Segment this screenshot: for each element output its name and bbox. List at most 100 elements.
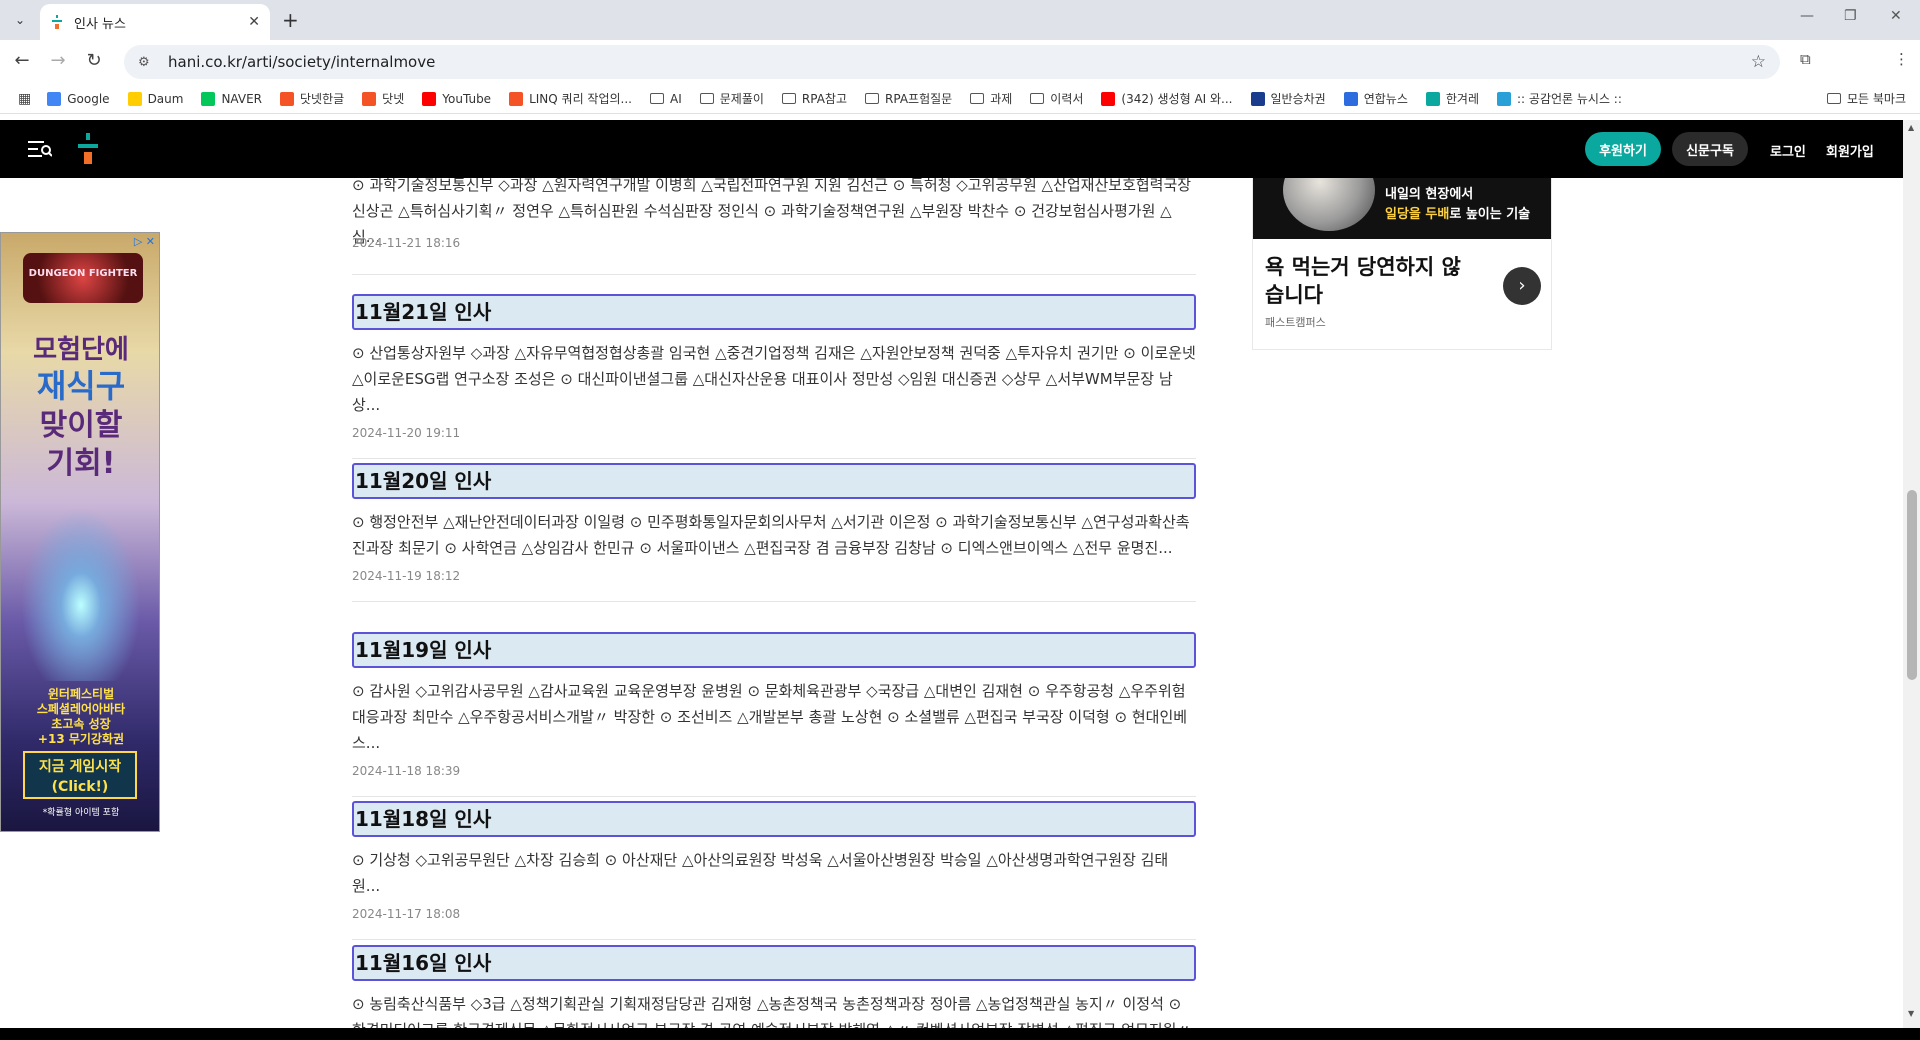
favicon-icon <box>509 91 524 106</box>
ad-brand: 패스트캠퍼스 <box>1265 316 1326 329</box>
divider <box>352 796 1196 797</box>
minimize-icon[interactable]: — <box>1800 8 1814 24</box>
article-date: 2024-11-19 18:12 <box>352 569 461 583</box>
article-excerpt[interactable]: ⊙ 기상청 ◇고위공무원단 △차장 김승희 ⊙ 아산재단 △아산의료원장 박성욱… <box>352 847 1196 899</box>
ad-banner: 내일의 현장에서 일당을 두배로 높이는 기술 <box>1253 178 1551 239</box>
favicon-icon <box>1497 91 1511 106</box>
article-item: 11월18일 인사 ⊙ 기상청 ◇고위공무원단 △차장 김승희 ⊙ 아산재단 △아… <box>352 801 1196 940</box>
article-date: 2024-11-18 18:39 <box>352 764 461 778</box>
tab-active[interactable]: 인사 뉴스 ✕ <box>40 4 270 40</box>
article-title[interactable]: 11월20일 인사 <box>352 463 1196 499</box>
scroll-up-icon[interactable]: ▲ <box>1908 123 1914 132</box>
article-excerpt[interactable]: ⊙ 과학기술정보통신부 ◇과장 △원자력연구개발 이병희 △국립전파연구원 지원… <box>352 178 1196 250</box>
bookmark-item[interactable]: 일반승차권 <box>1250 90 1326 107</box>
bookmark-item[interactable]: 이력서 <box>1030 90 1083 107</box>
bookmark-item[interactable]: Google <box>47 91 110 106</box>
favicon-icon <box>1425 91 1440 106</box>
article-date: 2024-11-20 19:11 <box>352 426 461 440</box>
extensions-icon[interactable]: ⧉ <box>1800 50 1811 68</box>
bookmark-item[interactable]: RPA참고 <box>781 90 847 107</box>
bookmark-item[interactable]: 닷넷한글 <box>280 90 344 107</box>
article-date: 2024-11-17 18:08 <box>352 907 461 921</box>
ad-characters-image <box>11 491 151 681</box>
bottom-edge <box>0 1028 1920 1040</box>
all-bookmarks[interactable]: 모든 북마크 <box>1826 90 1906 107</box>
ad-cta-button[interactable]: 지금 게임시작 (Click!) <box>23 751 137 799</box>
article-excerpt[interactable]: ⊙ 감사원 ◇고위감사공무원 △감사교육원 교육운영부장 윤병원 ⊙ 문화체육관… <box>352 678 1196 756</box>
bookmark-item[interactable]: :: 공감언론 뉴시스 :: <box>1497 90 1622 107</box>
bookmark-item[interactable]: RPA프험질문 <box>865 90 952 107</box>
back-icon[interactable]: ← <box>10 50 34 71</box>
bookmark-item[interactable]: 닷넷 <box>362 90 404 107</box>
ad-headline: 욕 먹는거 당연하지 않습니다 <box>1265 255 1461 307</box>
left-game-ad[interactable]: ▷ ✕ DUNGEON FIGHTER 모험단에 재식구 맞이할 기회! 윈터페… <box>0 232 160 832</box>
ad-photo <box>1283 178 1375 231</box>
folder-icon <box>699 93 714 104</box>
article-title[interactable]: 11월16일 인사 <box>352 945 1196 981</box>
page-content: ▷ ✕ DUNGEON FIGHTER 모험단에 재식구 맞이할 기회! 윈터페… <box>0 178 1903 1028</box>
new-tab-icon[interactable]: + <box>282 8 299 32</box>
tab-search-icon[interactable]: ⌄ <box>8 8 32 32</box>
chevron-right-icon[interactable]: › <box>1503 267 1541 305</box>
bookmark-item[interactable]: Daum <box>127 91 183 106</box>
bookmark-item[interactable]: 과제 <box>970 90 1012 107</box>
folder-icon <box>649 93 664 104</box>
browser-tab-strip: ⌄ 인사 뉴스 ✕ + — ❐ ✕ <box>0 0 1920 40</box>
close-window-icon[interactable]: ✕ <box>1890 8 1902 24</box>
folder-icon <box>1030 93 1045 104</box>
favicon-icon <box>1101 91 1116 106</box>
favicon-icon <box>1250 91 1265 106</box>
ad-footnote: *확률형 아이템 포함 <box>42 808 120 818</box>
right-course-ad[interactable]: 내일의 현장에서 일당을 두배로 높이는 기술 욕 먹는거 당연하지 않습니다 … <box>1252 178 1552 350</box>
apps-grid-icon[interactable]: ▦ <box>18 91 31 107</box>
subscribe-button[interactable]: 신문구독 <box>1672 132 1748 166</box>
favicon-icon <box>47 91 62 106</box>
divider <box>352 601 1196 602</box>
bookmark-item[interactable]: 문제풀이 <box>699 90 764 107</box>
page-scrollbar[interactable]: ▲ ▼ <box>1903 120 1920 1040</box>
article-item: 11월21일 인사 ⊙ 산업통상자원부 ◇과장 △자유무역협정협상총괄 임국현 △… <box>352 294 1196 459</box>
address-bar[interactable]: ⚙ hani.co.kr/arti/society/internalmove ☆ <box>124 45 1780 79</box>
menu-kebab-icon[interactable]: ⋮ <box>1894 50 1909 68</box>
support-button[interactable]: 후원하기 <box>1585 132 1661 166</box>
ad-headline-2: 재식구 <box>36 367 126 405</box>
reload-icon[interactable]: ↻ <box>82 50 106 71</box>
article-title[interactable]: 11월21일 인사 <box>352 294 1196 330</box>
article-title[interactable]: 11월19일 인사 <box>352 632 1196 668</box>
divider <box>352 458 1196 459</box>
article-item: 11월16일 인사 ⊙ 농림축산식품부 ◇3급 △정책기획관실 기획재정담당관 김… <box>352 945 1196 1028</box>
scroll-down-icon[interactable]: ▼ <box>1908 1009 1914 1018</box>
article-item: 11월19일 인사 ⊙ 감사원 ◇고위감사공무원 △감사교육원 교육운영부장 윤병… <box>352 632 1196 797</box>
ad-sub-4: +13 무기강화권 <box>37 732 125 746</box>
ad-headline-4: 기회! <box>46 446 116 481</box>
divider <box>352 274 1196 275</box>
article-title[interactable]: 11월18일 인사 <box>352 801 1196 837</box>
scroll-thumb[interactable] <box>1907 490 1917 680</box>
favicon-icon <box>1343 91 1358 106</box>
bookmark-item[interactable]: LINQ 쿼리 작업의... <box>509 90 632 107</box>
bookmark-item[interactable]: AI <box>649 92 682 106</box>
article-excerpt[interactable]: ⊙ 농림축산식품부 ◇3급 △정책기획관실 기획재정담당관 김재형 △농촌정책국… <box>352 991 1196 1028</box>
bookmarks-bar: ▦ Google Daum NAVER 닷넷한글 닷넷 YouTube LINQ 쿼리 작업… <box>0 84 1920 114</box>
forward-icon[interactable]: → <box>46 50 70 71</box>
favicon-icon <box>422 91 437 106</box>
folder-icon <box>970 93 985 104</box>
article-excerpt[interactable]: ⊙ 행정안전부 △재난안전데이터과장 이일령 ⊙ 민주평화통일자문회의사무처 △… <box>352 509 1196 561</box>
login-link[interactable]: 로그인 <box>1770 141 1806 160</box>
favicon-icon <box>127 91 142 106</box>
bookmark-item[interactable]: YouTube <box>422 91 491 106</box>
bookmark-star-icon[interactable]: ☆ <box>1751 52 1766 72</box>
ad-headline-3: 맞이할 <box>39 408 123 443</box>
restore-icon[interactable]: ❐ <box>1844 8 1857 24</box>
signup-link[interactable]: 회원가입 <box>1826 141 1874 160</box>
hani-logo-icon[interactable] <box>76 133 100 165</box>
close-tab-icon[interactable]: ✕ <box>248 14 260 30</box>
bookmark-item[interactable]: 연합뉴스 <box>1343 90 1408 107</box>
bookmark-item[interactable]: (342) 생성형 AI 와... <box>1101 90 1233 107</box>
adchoices-icon[interactable]: ▷ ✕ <box>134 235 155 248</box>
menu-search-icon[interactable] <box>28 139 53 164</box>
site-info-icon[interactable]: ⚙ <box>138 55 154 70</box>
bookmark-item[interactable]: 한겨레 <box>1425 90 1479 107</box>
bookmark-item[interactable]: NAVER <box>201 91 262 106</box>
article-excerpt[interactable]: ⊙ 산업통상자원부 ◇과장 △자유무역협정협상총괄 임국현 △중견기업정책 김재… <box>352 340 1196 418</box>
